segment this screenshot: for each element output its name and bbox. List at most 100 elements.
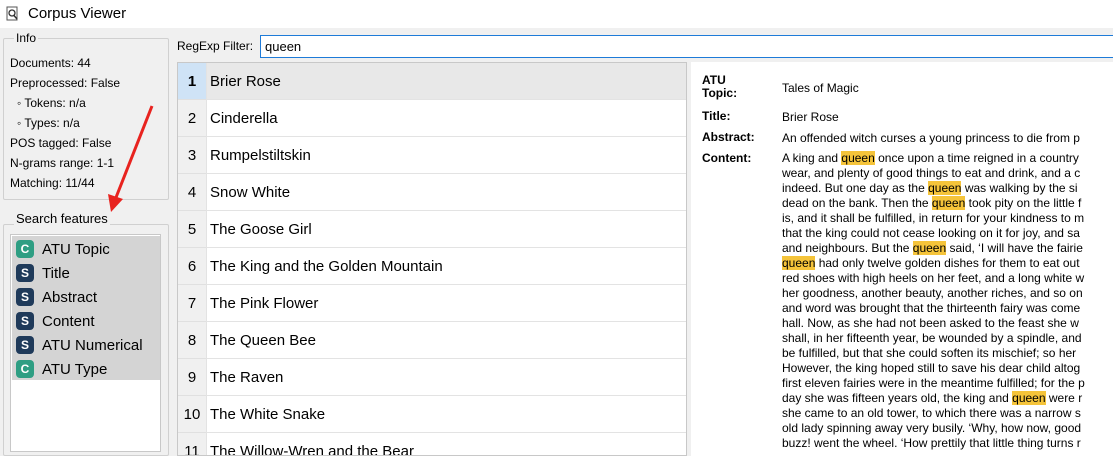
content-text: took pity on the little f	[965, 196, 1082, 210]
document-title: The Raven	[206, 359, 686, 396]
row-number: 11	[178, 433, 206, 455]
content-text: red shoes with high heels on her feet, a…	[782, 271, 1085, 285]
info-pos-tagged: POS tagged: False	[10, 136, 112, 150]
content-line: red shoes with high heels on her feet, a…	[782, 271, 1085, 286]
match-highlight: queen	[912, 241, 947, 255]
content-text: and word was brought that the thirteenth…	[782, 301, 1081, 315]
content-text: her goodness, another beauty, another ri…	[782, 286, 1083, 300]
feature-label: Abstract	[42, 288, 98, 306]
document-title: Cinderella	[206, 100, 686, 137]
document-row[interactable]: 11 The Willow-Wren and the Bear	[178, 433, 686, 455]
row-number: 8	[178, 322, 206, 359]
content-label: Content:	[702, 151, 752, 165]
match-highlight: queen	[782, 256, 816, 270]
content-text: had only twelve golden dishes for them t…	[815, 256, 1080, 270]
document-list[interactable]: 1 Brier Rose 2 Cinderella 3 Rumpelstilts…	[177, 62, 687, 456]
content-line: first eleven fairies were in the meantim…	[782, 376, 1085, 391]
string-icon: S	[16, 288, 34, 306]
document-row[interactable]: 5 The Goose Girl	[178, 211, 686, 248]
feature-label: ATU Topic	[42, 240, 110, 258]
match-highlight: queen	[928, 181, 962, 195]
document-row[interactable]: 1 Brier Rose	[178, 63, 686, 100]
document-row[interactable]: 8 The Queen Bee	[178, 322, 686, 359]
content-text: once upon a time reigned in a country	[874, 151, 1079, 165]
content-line: and word was brought that the thirteenth…	[782, 301, 1085, 316]
regexp-filter-input[interactable]	[260, 35, 1113, 58]
info-legend: Info	[14, 31, 39, 45]
content-line: shall, in her fifteenth year, be wounded…	[782, 331, 1085, 346]
content-line: dead on the bank. Then the queen took pi…	[782, 196, 1085, 211]
feature-label: ATU Type	[42, 360, 108, 378]
title-bar: Corpus Viewer	[0, 0, 1113, 28]
search-features-legend: Search features	[14, 211, 110, 226]
feature-item[interactable]: C ATU Topic	[16, 237, 110, 261]
document-title: The White Snake	[206, 396, 686, 433]
content-line: A king and queen once upon a time reigne…	[782, 151, 1085, 166]
content-line: is, and it shall be fulfilled, in return…	[782, 211, 1085, 226]
document-row[interactable]: 7 The Pink Flower	[178, 285, 686, 322]
row-number: 6	[178, 248, 206, 285]
info-ngrams-range: N-grams range: 1-1	[10, 156, 115, 170]
content-line: queen had only twelve golden dishes for …	[782, 256, 1085, 271]
filter-label: RegExp Filter:	[177, 39, 254, 53]
content-text: that the king could not cease looking on…	[782, 226, 1080, 240]
document-title: Brier Rose	[206, 63, 686, 100]
content-text: buzz! went the wheel. ‘How prettily that…	[782, 436, 1081, 450]
feature-item[interactable]: C ATU Type	[16, 357, 107, 381]
content-text: wear, and plenty of good things to eat a…	[782, 166, 1081, 180]
info-documents: Documents: 44	[10, 56, 91, 70]
content-text: was walking by the si	[961, 181, 1078, 195]
content-line: that the king could not cease looking on…	[782, 226, 1085, 241]
magnifier-document-icon	[6, 6, 18, 21]
document-detail: ATU Topic: Tales of Magic Title: Brier R…	[691, 62, 1113, 456]
feature-item[interactable]: S Title	[16, 261, 70, 285]
window-title: Corpus Viewer	[28, 5, 127, 22]
row-number: 7	[178, 285, 206, 322]
content-line: her goodness, another beauty, another ri…	[782, 286, 1085, 301]
row-number: 1	[178, 63, 206, 100]
document-row[interactable]: 4 Snow White	[178, 174, 686, 211]
string-icon: S	[16, 312, 34, 330]
content-text: she came to an old tower, to which there…	[782, 406, 1081, 420]
info-tokens: ◦ Tokens: n/a	[17, 96, 86, 110]
document-row[interactable]: 10 The White Snake	[178, 396, 686, 433]
search-features-list[interactable]: C ATU Topic S Title S Abstract S Content…	[10, 234, 161, 452]
document-row[interactable]: 3 Rumpelstiltskin	[178, 137, 686, 174]
document-row[interactable]: 9 The Raven	[178, 359, 686, 396]
content-text: dead on the bank. Then the	[782, 196, 932, 210]
feature-item[interactable]: S Abstract	[16, 285, 97, 309]
document-title: The King and the Golden Mountain	[206, 248, 686, 285]
content-text: old lady spinning away very busily. ‘Why…	[782, 421, 1082, 435]
content-text: shall, in her fifteenth year, be wounded…	[782, 331, 1082, 345]
content-line: wear, and plenty of good things to eat a…	[782, 166, 1085, 181]
match-highlight: queen	[931, 196, 966, 210]
content-text: were r	[1045, 391, 1083, 405]
document-row[interactable]: 2 Cinderella	[178, 100, 686, 137]
match-highlight: queen	[1012, 391, 1046, 405]
row-number: 5	[178, 211, 206, 248]
content-line: buzz! went the wheel. ‘How prettily that…	[782, 436, 1085, 451]
document-title: The Queen Bee	[206, 322, 686, 359]
document-row[interactable]: 6 The King and the Golden Mountain	[178, 248, 686, 285]
feature-item[interactable]: S Content	[16, 309, 95, 333]
document-title: The Willow-Wren and the Bear	[206, 433, 686, 455]
title-value: Brier Rose	[782, 110, 839, 124]
content-line: However, the king hoped still to save hi…	[782, 361, 1085, 376]
row-number: 3	[178, 137, 206, 174]
content-line: she came to an old tower, to which there…	[782, 406, 1085, 421]
content-text: first eleven fairies were in the meantim…	[782, 376, 1085, 390]
row-number: 10	[178, 396, 206, 433]
string-icon: S	[16, 336, 34, 354]
content-text: hall. Now, as she had not been asked to …	[782, 316, 1079, 330]
info-matching: Matching: 11/44	[10, 176, 95, 190]
content-line: day she was fifteen years old, the king …	[782, 391, 1085, 406]
string-icon: S	[16, 264, 34, 282]
content-line: and neighbours. But the queen said, ‘I w…	[782, 241, 1085, 256]
content-text: day she was fifteen years old, the king …	[782, 391, 1013, 405]
feature-item[interactable]: S ATU Numerical	[16, 333, 143, 357]
feature-label: Content	[42, 312, 95, 330]
feature-label: Title	[42, 264, 70, 282]
row-number: 9	[178, 359, 206, 396]
row-number: 4	[178, 174, 206, 211]
feature-label: ATU Numerical	[42, 336, 143, 354]
